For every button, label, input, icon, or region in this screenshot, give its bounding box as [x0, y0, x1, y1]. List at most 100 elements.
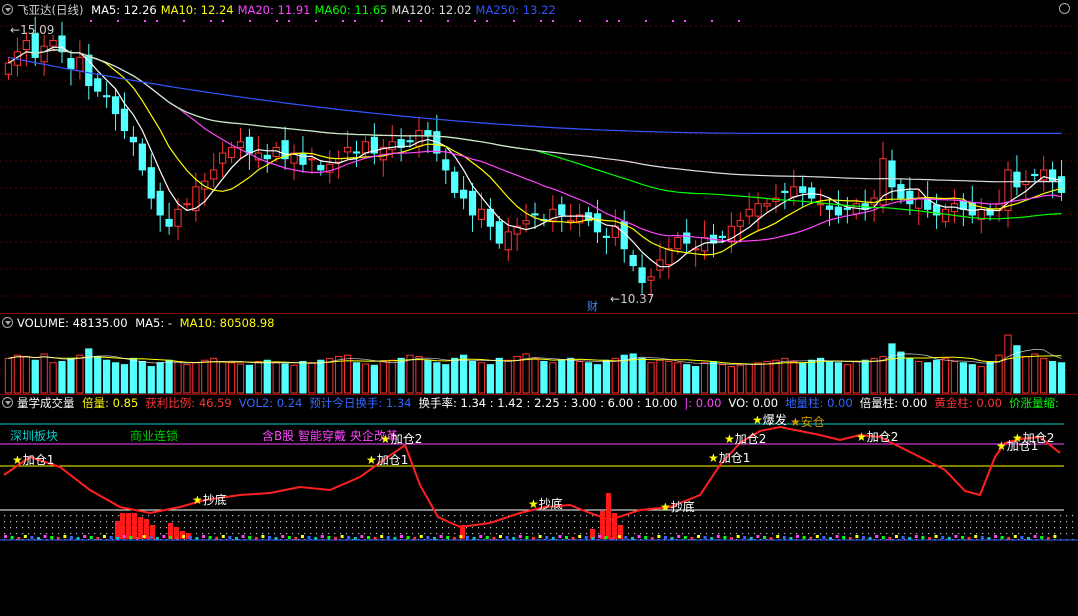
signal-marker[interactable]: ★加仓2 [380, 432, 422, 446]
dot-grid [226, 533, 228, 535]
dot-grid [112, 521, 114, 523]
dot-grid [1048, 527, 1050, 529]
dot-grid [538, 521, 540, 523]
dot-grid [634, 515, 636, 517]
dot-grid [928, 527, 930, 529]
dot-grid [238, 533, 240, 535]
dot-grid [22, 533, 24, 535]
dot-grid [262, 521, 264, 523]
finance-marker[interactable]: 财 [587, 300, 598, 314]
dot-grid [994, 515, 996, 517]
volume-bar [870, 357, 878, 394]
panel-menu-icon[interactable] [2, 4, 13, 15]
signal-marker[interactable]: ★加仓1 [366, 453, 408, 467]
dot-grid [532, 533, 534, 535]
dot-grid [34, 533, 36, 535]
signal-dot [276, 20, 278, 22]
baseline-speck [802, 536, 806, 539]
volume-bar [834, 362, 843, 394]
dot-grid [988, 521, 990, 523]
signal-marker[interactable]: ★抄底 [660, 500, 695, 514]
dot-grid [766, 533, 768, 535]
signal-bar [132, 513, 137, 539]
dot-grid [748, 515, 750, 517]
signal-marker[interactable]: ★爆发 [752, 413, 787, 427]
baseline-speck [518, 535, 522, 538]
dot-grid [928, 533, 930, 535]
baseline-speck [584, 536, 588, 539]
kline-panel[interactable]: 飞亚达(日线) MA5: 12.26 MA10: 12.24 MA20: 11.91… [0, 0, 1078, 313]
candle-body [263, 154, 271, 160]
dot-grid [646, 521, 648, 523]
indicator-menu-icon[interactable] [2, 397, 13, 408]
dot-grid [94, 527, 96, 529]
ma-legend: MA5: 12.26 MA10: 12.24 MA20: 11.91 MA60: 11… [91, 3, 560, 17]
indicator-field: 预计今日换手: 1.34 [309, 396, 412, 410]
signal-marker[interactable]: ★加仓2 [856, 430, 898, 444]
candle-body [31, 33, 39, 58]
baseline-speck [83, 535, 87, 538]
baseline-speck [142, 535, 146, 538]
dot-grid [754, 527, 756, 529]
dot-grid [1036, 521, 1038, 523]
dot-grid [76, 527, 78, 529]
dot-grid [688, 515, 690, 517]
kline-chart[interactable] [0, 0, 1078, 313]
candle-body [1031, 173, 1039, 177]
signal-marker[interactable]: ★加仓1 [12, 453, 54, 467]
baseline-speck [974, 535, 978, 538]
baseline-speck [763, 536, 766, 539]
volume-bar [495, 357, 503, 394]
volume-bar [790, 361, 798, 394]
dot-grid [994, 533, 996, 535]
candle-body [531, 213, 539, 216]
candle-body [451, 171, 459, 193]
dot-grid [1000, 527, 1002, 529]
volume-bar [424, 359, 432, 394]
star-icon: ★ [660, 500, 671, 514]
candle-body [459, 189, 468, 199]
candle-body [236, 141, 245, 148]
dot-grid [40, 533, 42, 535]
baseline-speck [961, 536, 964, 539]
signal-marker[interactable]: ★加仓2 [724, 432, 766, 446]
dot-grid [220, 515, 222, 517]
dot-grid [880, 527, 882, 529]
signal-marker[interactable]: ★加仓2 [1012, 431, 1054, 445]
dot-grid [1072, 527, 1074, 529]
dot-grid [46, 527, 48, 529]
signal-marker[interactable]: ★抄底 [192, 493, 227, 507]
dot-grid [784, 521, 786, 523]
volume-panel[interactable]: VOLUME: 48135.00 MA5: - MA10: 80508.98 [0, 314, 1078, 394]
dot-grid [994, 521, 996, 523]
dot-grid [688, 521, 690, 523]
indicator-panel[interactable]: 量学成交量 倍量: 0.85 获利比例: 46.59 VOL2: 0.24 预计今日换… [0, 395, 1078, 616]
dot-grid [334, 533, 336, 535]
signal-marker[interactable]: ★抄底 [528, 497, 563, 511]
dot-grid [856, 515, 858, 517]
signal-marker[interactable]: ★加仓1 [708, 451, 750, 465]
signal-dot [156, 20, 158, 22]
baseline-speck [545, 536, 549, 539]
dot-grid [946, 533, 948, 535]
dot-grid [736, 527, 738, 529]
dot-grid [1018, 521, 1020, 523]
dot-grid [598, 521, 600, 523]
baseline-speck [1053, 535, 1057, 538]
dot-grid [256, 533, 258, 535]
volume-bar [40, 353, 48, 394]
dot-grid [556, 527, 558, 529]
dot-grid [928, 515, 930, 517]
signal-marker[interactable]: ★安仓 [790, 415, 825, 429]
dot-grid [664, 515, 666, 517]
baseline-speck [89, 536, 93, 539]
dot-grid [46, 515, 48, 517]
dot-grid [274, 515, 276, 517]
volume-bar [718, 364, 727, 394]
volume-menu-icon[interactable] [2, 317, 13, 328]
dot-grid [772, 533, 774, 535]
dot-grid [478, 527, 480, 529]
dot-grid [940, 515, 942, 517]
candle-body [602, 235, 611, 238]
volume-bar [317, 359, 325, 394]
